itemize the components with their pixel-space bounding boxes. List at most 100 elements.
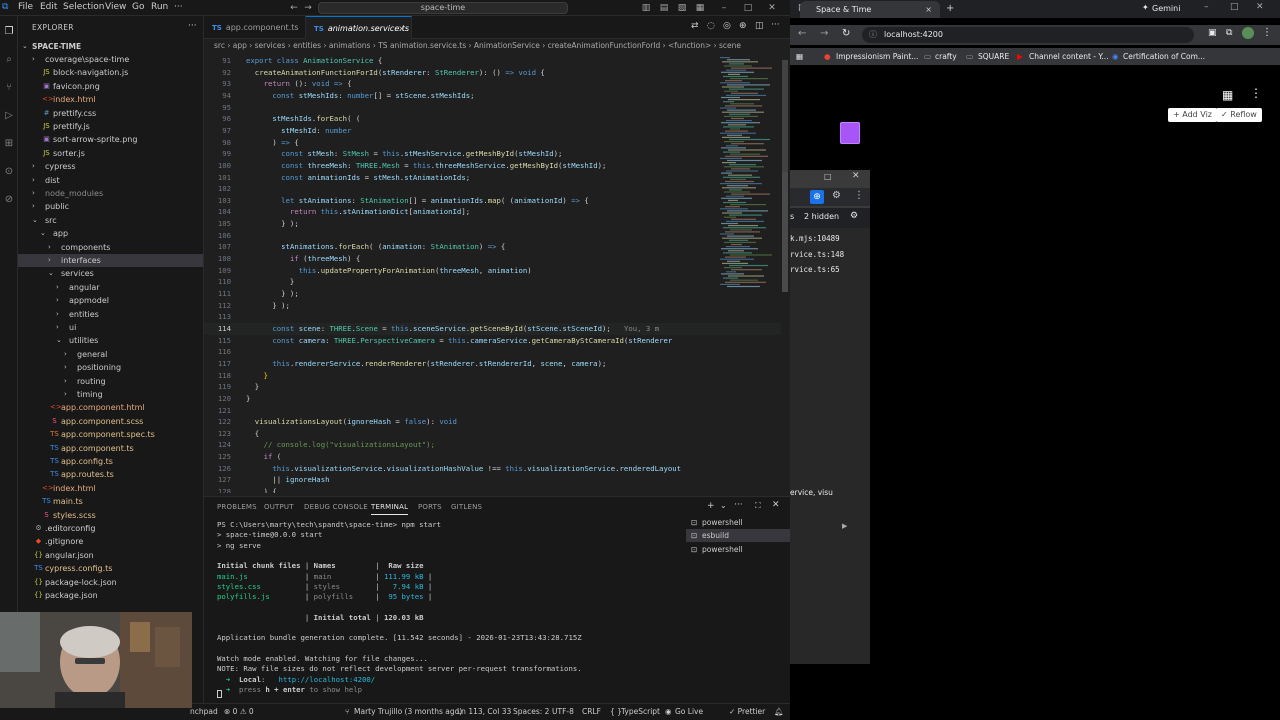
site-info-icon[interactable]: ⓘ bbox=[869, 27, 877, 43]
status-blame[interactable]: Marty Trujillo (3 months ago) bbox=[354, 704, 462, 720]
new-tab-icon[interactable]: + bbox=[946, 3, 954, 14]
menu-view[interactable]: View bbox=[105, 2, 126, 12]
git-compare-icon[interactable]: ⇄ bbox=[691, 21, 699, 31]
code-line[interactable]: 92 createAnimationFunctionForId(stRender… bbox=[204, 67, 790, 79]
layout-custom-icon[interactable]: ▦ bbox=[692, 0, 708, 16]
tree-file[interactable]: ▣ sort-arrow-sprite.png bbox=[18, 133, 203, 146]
code-line[interactable]: 128 ) { bbox=[204, 486, 790, 493]
code-line[interactable]: 91 export class AnimationService { bbox=[204, 55, 790, 67]
code-line[interactable]: 97 stMeshId: number bbox=[204, 125, 790, 137]
sidepanel-icon[interactable]: ▣ bbox=[1208, 28, 1217, 38]
tree-file[interactable]: JS prettify.js bbox=[18, 120, 203, 133]
code-line[interactable]: 99 const stMesh: StMesh = this.stMeshSer… bbox=[204, 148, 790, 160]
code-line[interactable]: 121 bbox=[204, 405, 790, 417]
tree-file[interactable]: JS block-navigation.js bbox=[18, 66, 203, 79]
code-line[interactable]: 106 bbox=[204, 230, 790, 242]
menu-edit[interactable]: Edit bbox=[40, 2, 57, 12]
minimize-icon[interactable]: – bbox=[716, 0, 732, 16]
tree-folder[interactable]: ⌄ app bbox=[18, 227, 203, 240]
status-prettier[interactable]: ✓ Prettier bbox=[729, 704, 765, 720]
tab-debug-console[interactable]: DEBUG CONSOLE bbox=[304, 503, 368, 511]
gemini-button[interactable]: Gemini bbox=[1152, 4, 1180, 13]
close-tab-icon[interactable]: × bbox=[398, 17, 405, 40]
tree-file[interactable]: ⚙ .editorconfig bbox=[18, 522, 203, 535]
code-line[interactable]: 105 } ); bbox=[204, 218, 790, 230]
panel-more-icon[interactable]: ··· bbox=[734, 500, 743, 510]
console-settings-icon[interactable]: ⚙ bbox=[850, 211, 858, 221]
menu-go[interactable]: Go bbox=[132, 2, 144, 12]
code-line[interactable]: 104 return this.stAnimationDict[animatio… bbox=[204, 206, 790, 218]
tree-folder[interactable]: › general bbox=[18, 348, 203, 361]
devtools-settings-icon[interactable]: ⚙ bbox=[832, 190, 841, 201]
minimap[interactable] bbox=[716, 53, 780, 293]
chrome-tab-close-icon[interactable]: × bbox=[925, 1, 932, 18]
chrome-tab-active[interactable]: Space & Time × bbox=[800, 1, 940, 18]
code-line[interactable]: 108 if (threeMesh) { bbox=[204, 253, 790, 265]
tree-folder[interactable]: › positioning bbox=[18, 361, 203, 374]
more-menu-icon[interactable]: ··· bbox=[174, 2, 183, 12]
tree-folder[interactable]: ⌄ src bbox=[18, 214, 203, 227]
code-line[interactable]: 110 } bbox=[204, 276, 790, 288]
tree-file[interactable]: # prettify.css bbox=[18, 107, 203, 120]
new-terminal-icon[interactable]: + bbox=[707, 501, 715, 511]
tab-animation-service[interactable]: TS animation.service.ts × bbox=[306, 16, 412, 39]
devtools-close-icon[interactable]: ✕ bbox=[852, 171, 860, 181]
tab-gitlens[interactable]: GITLENS bbox=[451, 503, 482, 511]
address-bar[interactable]: ⓘ localhost:4200 bbox=[862, 27, 1194, 43]
tree-file[interactable]: Sstyles.scss bbox=[18, 509, 203, 522]
project-root[interactable]: ⌄ SPACE-TIME bbox=[18, 40, 203, 53]
tree-folder[interactable]: › timing bbox=[18, 388, 203, 401]
command-center[interactable]: space-time bbox=[318, 2, 568, 14]
reload-icon[interactable]: ↻ bbox=[842, 28, 850, 39]
chrome-minimize-icon[interactable]: – bbox=[1204, 2, 1209, 12]
tree-folder[interactable]: ⌄ services bbox=[18, 267, 203, 280]
console-source-link[interactable]: k.mjs:10489 bbox=[790, 234, 840, 243]
code-line[interactable]: 123 { bbox=[204, 428, 790, 440]
tree-file[interactable]: ▣ favicon.png bbox=[18, 80, 203, 93]
code-line[interactable]: 112 } ); bbox=[204, 300, 790, 312]
tree-file[interactable]: TS app.routes.ts bbox=[18, 468, 203, 481]
explorer-icon[interactable]: ❐ bbox=[3, 26, 15, 38]
close-window-icon[interactable]: ✕ bbox=[764, 0, 780, 16]
code-line[interactable]: 103 let stAnimations: StAnimation[] = an… bbox=[204, 195, 790, 207]
terminal-list-item[interactable]: ⊡ powershell bbox=[686, 516, 790, 529]
tree-folder[interactable]: › ui bbox=[18, 321, 203, 334]
devtools-more-icon[interactable]: ⋮ bbox=[854, 190, 864, 201]
tree-folder[interactable]: › public bbox=[18, 200, 203, 213]
status-golive[interactable]: Go Live bbox=[675, 704, 703, 720]
code-line[interactable]: 98 ) => { bbox=[204, 137, 790, 149]
code-line[interactable]: 117 this.rendererService.renderRenderer(… bbox=[204, 358, 790, 370]
code-line[interactable]: 118 } bbox=[204, 370, 790, 382]
tab-ports[interactable]: PORTS bbox=[418, 503, 442, 511]
tab-app-component[interactable]: TS app.component.ts bbox=[204, 16, 306, 39]
bookmark-square[interactable]: SQUARE bbox=[978, 48, 1009, 65]
remote-icon[interactable]: ⊙ bbox=[3, 166, 15, 178]
status-problems[interactable]: ⊗ 0 ⚠ 0 bbox=[224, 704, 254, 720]
purple-cube[interactable] bbox=[840, 122, 860, 144]
status-eol[interactable]: CRLF bbox=[582, 704, 601, 720]
console-source-link[interactable]: rvice.ts:65 bbox=[790, 265, 840, 274]
tab-terminal[interactable]: TERMINAL bbox=[371, 503, 409, 515]
tree-file[interactable]: › coverage\space-time bbox=[18, 53, 203, 66]
chrome-close-icon[interactable]: ✕ bbox=[1256, 2, 1264, 12]
tree-file[interactable]: TS app.config.ts bbox=[18, 455, 203, 468]
tree-folder[interactable]: › dist bbox=[18, 174, 203, 187]
add-viz-button[interactable]: + Add Viz bbox=[1168, 108, 1217, 122]
layout-secondary-icon[interactable]: ▧ bbox=[674, 0, 690, 16]
terminal-list-item[interactable]: ⊡ esbuild bbox=[686, 529, 790, 543]
tree-file[interactable]: ◆ .gitignore bbox=[18, 535, 203, 548]
tree-file[interactable]: <> app.component.html bbox=[18, 401, 203, 414]
maximize-panel-icon[interactable]: ⛶ bbox=[755, 501, 761, 511]
tree-file[interactable]: <> index.html bbox=[18, 93, 203, 106]
bookmark-certification[interactable]: Certification of Com... bbox=[1123, 48, 1205, 65]
status-language[interactable]: TypeScript bbox=[621, 704, 660, 720]
tree-folder[interactable]: › node_modules bbox=[18, 187, 203, 200]
tree-folder[interactable]: › entities bbox=[18, 308, 203, 321]
tree-folder[interactable]: › interfaces bbox=[18, 254, 203, 268]
tree-folder[interactable]: › appmodel bbox=[18, 294, 203, 307]
source-control-icon[interactable]: ⑂ bbox=[3, 82, 15, 94]
tree-file[interactable]: TS app.component.ts bbox=[18, 442, 203, 455]
terminal-dropdown-icon[interactable]: ⌄ bbox=[720, 501, 727, 510]
tree-folder[interactable]: › components bbox=[18, 241, 203, 254]
profile-avatar[interactable] bbox=[1242, 27, 1254, 39]
